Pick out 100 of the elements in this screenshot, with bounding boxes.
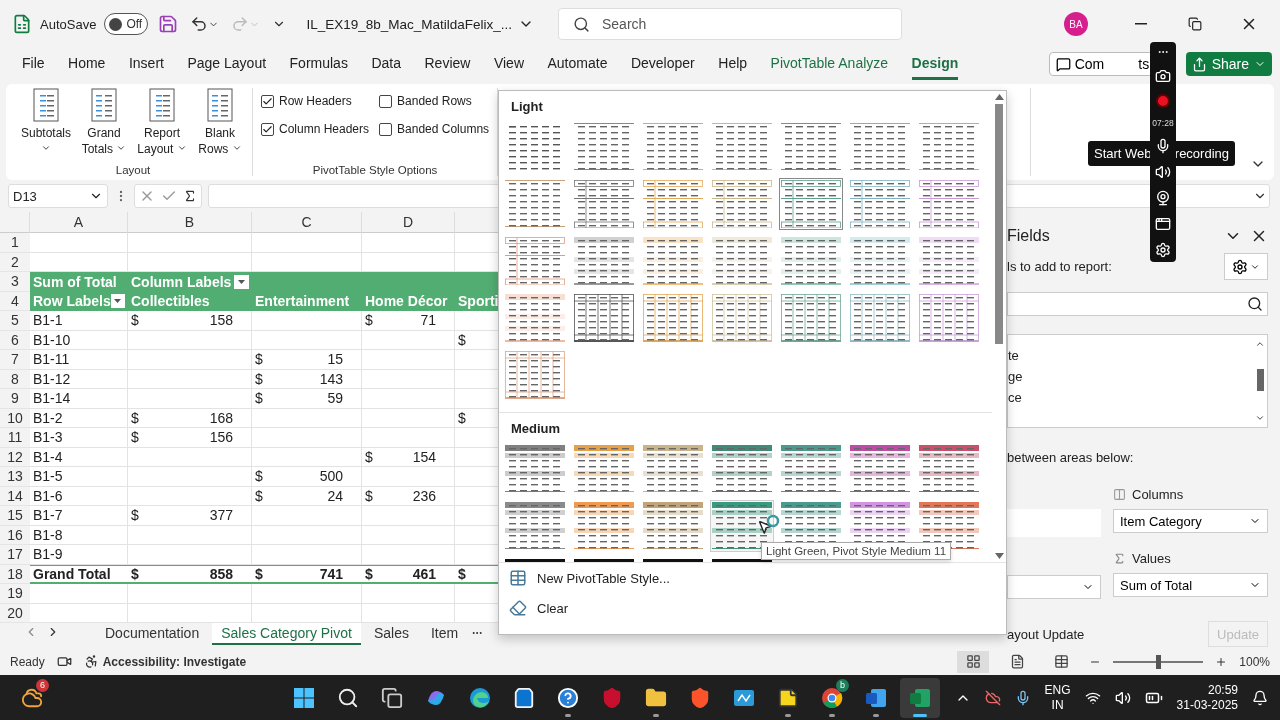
clock-date[interactable]: 31-03-2025 <box>1176 697 1238 713</box>
table-cell: B1-4 <box>33 448 63 465</box>
ribbon-tab[interactable]: Data <box>371 48 401 80</box>
row-number: 14 <box>0 486 30 506</box>
cell-value: 236 <box>412 487 437 504</box>
ribbon-button[interactable]: Report Layout <box>136 88 188 157</box>
currency-symbol: $ <box>131 429 139 446</box>
currency-symbol: $ <box>458 331 466 348</box>
table-cell: Grand Total <box>33 565 111 582</box>
currency-symbol: $ <box>255 487 263 504</box>
language-code[interactable]: ENG <box>1044 682 1071 698</box>
row-number: 1 <box>0 233 30 253</box>
search-box[interactable]: Search <box>558 8 902 40</box>
cell-value: 24 <box>327 487 344 504</box>
weather-button[interactable]: 6 <box>12 677 52 718</box>
accessibility-status[interactable]: Accessibility: Investigate <box>102 654 247 669</box>
pane-title: Fields <box>1007 227 1050 245</box>
row-number: 16 <box>0 525 30 545</box>
ribbon-tab[interactable]: Automate <box>547 48 608 80</box>
row-number: 4 <box>0 291 30 311</box>
cell-value: 59 <box>327 390 344 407</box>
currency-symbol: $ <box>365 448 373 465</box>
table-cell: B1-1 <box>33 312 63 329</box>
ribbon-tab[interactable]: Help <box>718 48 748 80</box>
ribbon-tab[interactable]: Page Layout <box>187 48 267 80</box>
tooltip-text: recording <box>1174 146 1229 161</box>
cell-value: 168 <box>209 409 234 426</box>
clock-time[interactable]: 20:59 <box>1207 682 1238 698</box>
checkbox[interactable]: Row Headers <box>261 94 370 108</box>
pane-hint: between areas below: <box>1007 450 1135 465</box>
ribbon-tab[interactable]: Formulas <box>289 48 348 80</box>
field-item[interactable]: ce <box>1008 390 1253 405</box>
ribbon-tab[interactable]: Review <box>424 48 471 80</box>
currency-symbol: $ <box>131 409 139 426</box>
row-number: 20 <box>0 603 30 623</box>
ribbon-button[interactable]: Subtotals <box>20 88 72 157</box>
section-title: Medium <box>510 420 562 438</box>
ribbon-tab[interactable]: View <box>493 48 524 80</box>
row-number: 10 <box>0 408 30 428</box>
ribbon-tab[interactable]: Design <box>911 48 959 80</box>
row-number: 19 <box>0 584 30 604</box>
cell-value: 377 <box>209 507 234 524</box>
currency-symbol: $ <box>365 565 373 582</box>
status-text: Ready <box>10 654 45 669</box>
ribbon-tab[interactable]: Home <box>68 48 106 80</box>
cell-value: 741 <box>319 565 344 582</box>
sheet-tab[interactable]: Documentation <box>96 623 209 645</box>
table-cell: B1-10 <box>33 331 71 348</box>
area-field-dropdown[interactable]: Item Category <box>1113 509 1268 533</box>
table-cell: B1-5 <box>33 468 63 485</box>
ribbon-tab[interactable]: File <box>22 48 45 80</box>
file-name[interactable]: IL_EX19_8b_Mac_MatildaFelix_... <box>300 15 540 33</box>
row-number: 15 <box>0 506 30 526</box>
search-field[interactable]: Search <box>600 15 887 33</box>
sheet-tab[interactable]: Item <box>421 623 468 645</box>
checkbox[interactable]: Column Headers <box>261 122 370 136</box>
cell-value: 143 <box>319 370 344 387</box>
ribbon-tab[interactable]: Developer <box>630 48 695 80</box>
section-title: Light <box>510 98 544 116</box>
area-field-dropdown[interactable]: Sum of Total <box>1113 573 1268 597</box>
language-region[interactable]: IN <box>1051 697 1064 713</box>
row-number: 6 <box>0 330 30 350</box>
sheet-tab[interactable]: Sales <box>364 623 418 645</box>
row-number: 18 <box>0 564 30 584</box>
ribbon-button[interactable]: Blank Rows <box>194 88 246 157</box>
pane-hint: ls to add to report: <box>1007 259 1112 274</box>
table-cell: Column Labels <box>131 273 232 290</box>
cell-value: 156 <box>209 429 234 446</box>
table-cell: Entertainment <box>255 293 350 310</box>
currency-symbol: $ <box>131 565 139 582</box>
checkbox[interactable]: Banded Rows <box>379 94 490 108</box>
autosave-toggle[interactable]: Off <box>104 13 149 35</box>
taskbar-app[interactable]: b <box>812 677 852 718</box>
recording-time: 07:28 <box>1152 118 1174 128</box>
currency-symbol: $ <box>365 312 373 329</box>
tooltip: Light Green, Pivot Style Medium 11 <box>761 542 952 560</box>
ribbon-tab[interactable]: PivotTable Analyze <box>770 48 889 80</box>
checkbox[interactable]: Banded Columns <box>379 122 490 136</box>
menu-item[interactable]: Clear <box>499 593 1006 623</box>
name-box[interactable]: D13 <box>8 184 108 208</box>
field-item[interactable]: ge <box>1008 369 1253 384</box>
table-cell: Collectibles <box>131 293 210 310</box>
field-item[interactable]: te <box>1008 348 1253 363</box>
ribbon-button[interactable]: Grand Totals <box>78 88 130 157</box>
table-cell: B1-7 <box>33 507 63 524</box>
currency-symbol: $ <box>255 468 263 485</box>
row-number: 3 <box>0 272 30 292</box>
row-number: 12 <box>0 447 30 467</box>
notification-badge: b <box>836 678 849 692</box>
ribbon-tab[interactable]: Insert <box>128 48 164 80</box>
currency-symbol: $ <box>255 351 263 368</box>
area-label: Values <box>1132 550 1171 566</box>
menu-item[interactable]: New PivotTable Style... <box>499 563 1006 593</box>
currency-symbol: $ <box>458 409 466 426</box>
defer-update-label: ayout Update <box>1007 626 1085 642</box>
avatar[interactable]: BA <box>1064 12 1088 36</box>
group-label: Layout <box>115 164 151 176</box>
table-cell: Row Labels <box>33 293 111 310</box>
share-button[interactable]: Share <box>1185 52 1272 76</box>
sheet-tab[interactable]: Sales Category Pivot <box>212 623 361 645</box>
